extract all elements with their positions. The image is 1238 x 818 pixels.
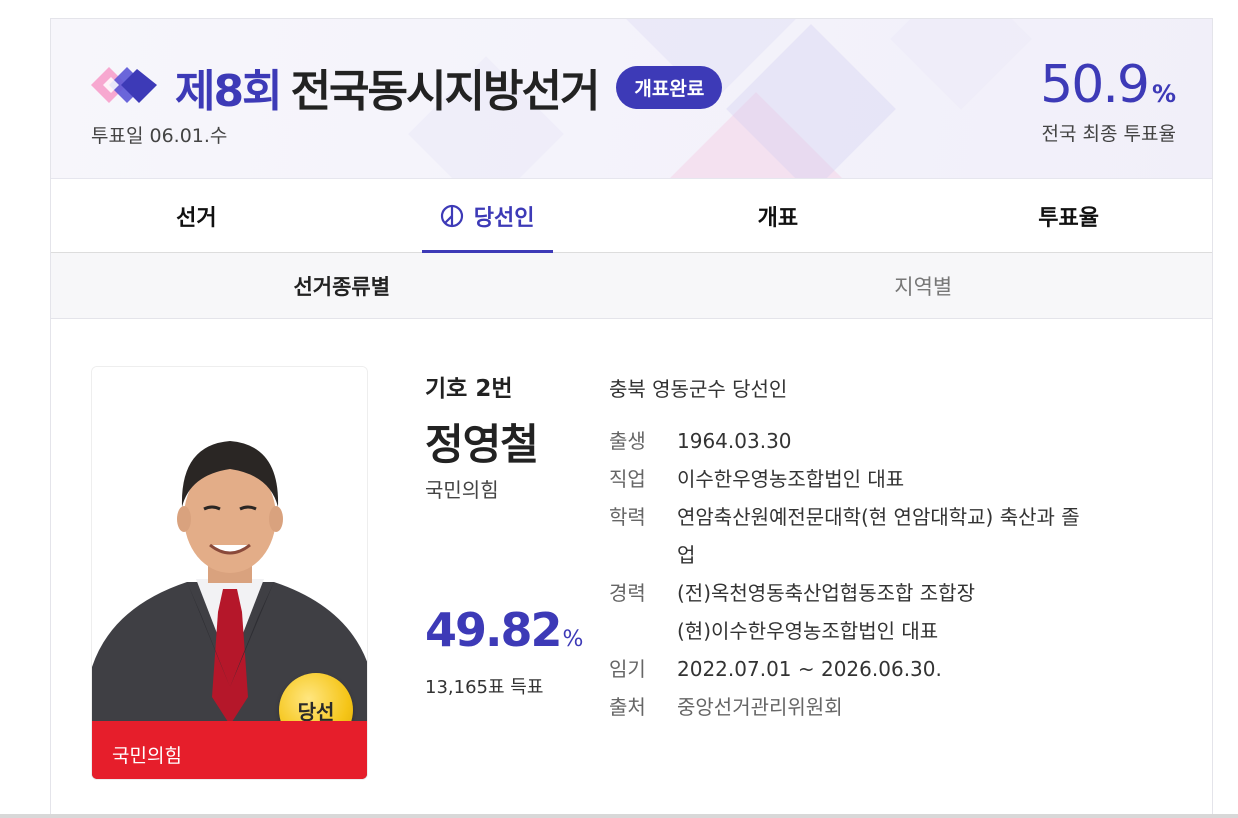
- detail-label: 경력: [609, 581, 646, 605]
- detail-row-birth: 출생 1964.03.30: [609, 422, 1189, 460]
- detail-row-career: 경력 (전)옥천영동축산업협동조합 조합장: [609, 574, 1189, 612]
- vote-rate-unit: %: [562, 627, 584, 652]
- turnout-summary: 50.9% 전국 최종 투표율: [1040, 55, 1176, 146]
- detail-label: 직업: [609, 467, 646, 491]
- party-bar: 국민의힘: [92, 721, 367, 779]
- tab-counting[interactable]: 개표: [633, 179, 924, 252]
- tab-label: 선거: [176, 205, 217, 231]
- election-title: 제8회 전국동시지방선거 개표완료: [175, 55, 723, 119]
- election-card: 제8회 전국동시지방선거 개표완료 투표일 06.01.수 50.9% 전국 최…: [50, 18, 1213, 818]
- tab-election[interactable]: 선거: [51, 179, 342, 252]
- detail-row-source: 출처 중앙선거관리위원회: [609, 688, 1189, 726]
- detail-value: (현)이수한우영농조합법인 대표: [677, 619, 939, 643]
- election-number: 제8회: [175, 66, 283, 117]
- turnout-unit: %: [1151, 80, 1176, 108]
- detail-value: 연암축산원예전문대학(현 연암대학교) 축산과 졸: [677, 505, 1080, 529]
- ballot-icon: [440, 204, 464, 228]
- election-logo-icon: [91, 67, 157, 103]
- vote-date: 투표일 06.01.수: [91, 125, 228, 147]
- detail-row-career-cont: (현)이수한우영농조합법인 대표: [609, 612, 1189, 650]
- sub-tabs: 선거종류별 지역별: [51, 253, 1213, 319]
- detail-value: 이수한우영농조합법인 대표: [677, 467, 905, 491]
- tab-turnout[interactable]: 투표율: [923, 179, 1212, 252]
- tab-winners[interactable]: 당선인: [342, 179, 633, 253]
- main-tabs: 선거 당선인 개표 투표율: [51, 179, 1212, 253]
- candidate-summary: 기호 2번 정영철 국민의힘: [425, 369, 539, 503]
- tab-label: 당선인: [473, 205, 535, 231]
- detail-row-term: 임기 2022.07.01 ~ 2026.06.30.: [609, 650, 1189, 688]
- region-title: 충북 영동군수 당선인: [609, 377, 788, 401]
- detail-value: 2022.07.01 ~ 2026.06.30.: [677, 657, 942, 681]
- detail-value: 업: [677, 543, 696, 567]
- turnout-label: 전국 최종 투표율: [1041, 123, 1176, 145]
- candidate-photo-card[interactable]: 당선 국민의힘: [91, 366, 368, 780]
- tab-label: 개표: [757, 205, 799, 231]
- vote-rate: 49.82%: [425, 603, 583, 657]
- detail-row-job: 직업 이수한우영농조합법인 대표: [609, 460, 1189, 498]
- detail-label: 학력: [609, 505, 646, 529]
- page-divider: [0, 814, 1238, 818]
- vote-count: 13,165표 득표: [425, 677, 544, 698]
- candidate-details: 충북 영동군수 당선인 출생 1964.03.30 직업 이수한우영농조합법인 …: [609, 373, 1189, 726]
- candidate-number: 기호 2번: [425, 376, 513, 402]
- detail-row-education: 학력 연암축산원예전문대학(현 연암대학교) 축산과 졸: [609, 498, 1189, 536]
- detail-row-education-cont: 업: [609, 536, 1189, 574]
- subtab-by-region[interactable]: 지역별: [633, 253, 1213, 318]
- detail-value: 중앙선거관리위원회: [677, 695, 843, 719]
- subtab-by-election-type[interactable]: 선거종류별: [51, 253, 633, 318]
- election-banner: 제8회 전국동시지방선거 개표완료 투표일 06.01.수 50.9% 전국 최…: [51, 19, 1212, 179]
- detail-label: 임기: [609, 657, 646, 681]
- candidate-party: 국민의힘: [425, 478, 499, 502]
- detail-label: 출생: [609, 429, 646, 453]
- detail-value: (전)옥천영동축산업협동조합 조합장: [677, 581, 975, 605]
- turnout-value: 50.9: [1040, 55, 1150, 115]
- vote-rate-value: 49.82: [425, 603, 563, 657]
- tab-label: 투표율: [1038, 205, 1099, 231]
- detail-value: 1964.03.30: [677, 429, 792, 453]
- detail-label: 출처: [609, 695, 646, 719]
- status-badge: 개표완료: [616, 65, 723, 109]
- candidate-name: 정영철: [425, 420, 539, 469]
- election-name: 전국동시지방선거: [290, 66, 601, 117]
- banner-decoration: [890, 19, 1032, 110]
